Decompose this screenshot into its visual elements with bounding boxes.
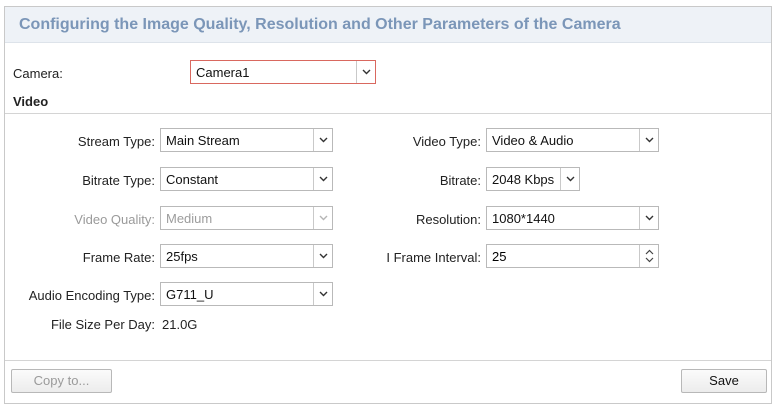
bitrate-label: Bitrate: [439,173,481,188]
audio-encoding-label: Audio Encoding Type: [28,288,155,303]
bitrate-select[interactable]: 2048 Kbps [486,167,580,191]
video-type-value: Video & Audio [492,133,574,148]
chevron-down-icon[interactable] [639,207,658,229]
chevron-down-icon[interactable] [313,283,332,305]
video-quality-value: Medium [166,211,213,226]
chevron-down-icon[interactable] [560,168,579,190]
i-frame-interval-label: I Frame Interval: [386,250,481,265]
chevron-down-icon[interactable] [313,207,332,229]
file-size-value: 21.0G [162,317,198,332]
camera-label: Camera: [13,66,63,81]
chevron-down-icon[interactable] [356,61,375,83]
bitrate-type-select[interactable]: Constant [160,167,333,191]
audio-encoding-value: G711_U [166,287,214,302]
camera-select[interactable]: Camera1 [190,60,376,84]
resolution-select[interactable]: 1080*1440 [486,206,659,230]
i-frame-interval-value: 25 [492,249,507,264]
chevron-down-icon[interactable] [313,168,332,190]
footer-divider [5,360,771,361]
save-button[interactable]: Save [681,369,767,393]
video-quality-label: Video Quality: [74,212,155,227]
copy-to-button[interactable]: Copy to... [11,369,112,393]
frame-rate-select[interactable]: 25fps [160,244,333,268]
i-frame-interval-spinner[interactable]: 25 [486,244,659,268]
bitrate-type-value: Constant [166,172,219,187]
bitrate-value: 2048 Kbps [492,172,555,187]
chevron-down-icon[interactable] [313,245,332,267]
chevron-down-icon[interactable] [639,129,658,151]
resolution-label: Resolution: [415,212,481,227]
resolution-value: 1080*1440 [492,211,555,226]
section-divider [5,113,771,114]
panel-header: Configuring the Image Quality, Resolutio… [5,7,771,43]
frame-rate-value: 25fps [166,249,198,264]
stream-type-label: Stream Type: [77,134,155,149]
chevron-down-icon[interactable] [313,129,332,151]
camera-settings-panel: Configuring the Image Quality, Resolutio… [4,6,772,404]
page-title: Configuring the Image Quality, Resolutio… [19,16,621,33]
stream-type-value: Main Stream [166,133,240,148]
video-section-title: Video [13,94,49,109]
camera-select-value: Camera1 [196,65,250,80]
frame-rate-label: Frame Rate: [82,250,155,265]
stream-type-select[interactable]: Main Stream [160,128,333,152]
video-type-label: Video Type: [412,134,481,149]
audio-encoding-select[interactable]: G711_U [160,282,333,306]
bitrate-type-label: Bitrate Type: [82,173,155,188]
file-size-label: File Size Per Day: [50,317,155,332]
video-quality-select[interactable]: Medium [160,206,333,230]
video-type-select[interactable]: Video & Audio [486,128,659,152]
spinner-arrows-icon[interactable] [639,245,658,267]
